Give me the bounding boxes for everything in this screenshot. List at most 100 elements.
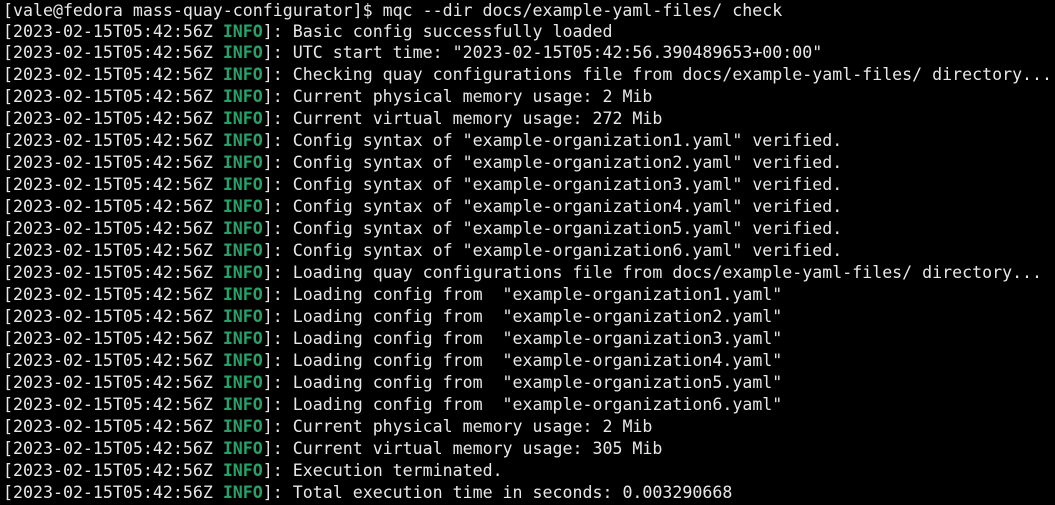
log-level-badge: INFO bbox=[222, 175, 263, 194]
bracket-close: ]: bbox=[262, 351, 293, 370]
log-timestamp: 2023-02-15T05:42:56Z bbox=[13, 351, 213, 370]
log-line: [2023-02-15T05:42:56Z INFO]: Loading qua… bbox=[3, 262, 1055, 284]
separator bbox=[213, 241, 223, 260]
log-line: [2023-02-15T05:42:56Z INFO]: Config synt… bbox=[3, 218, 1055, 240]
shell-prompt-line: [vale@fedora mass-quay-configurator]$ mq… bbox=[3, 1, 783, 20]
separator bbox=[213, 395, 223, 414]
log-timestamp: 2023-02-15T05:42:56Z bbox=[13, 285, 213, 304]
log-level-badge: INFO bbox=[222, 351, 263, 370]
separator bbox=[213, 197, 223, 216]
bracket-close: ]: bbox=[262, 87, 293, 106]
separator bbox=[213, 65, 223, 84]
log-timestamp: 2023-02-15T05:42:56Z bbox=[13, 439, 213, 458]
log-timestamp: 2023-02-15T05:42:56Z bbox=[13, 65, 213, 84]
log-message: Config syntax of "example-organization4.… bbox=[292, 197, 843, 216]
log-message: Checking quay configurations file from d… bbox=[292, 65, 1053, 84]
log-message: Execution terminated. bbox=[292, 461, 503, 480]
bracket-close: ]: bbox=[262, 109, 293, 128]
log-message: Basic config successfully loaded bbox=[292, 22, 613, 41]
log-level-badge: INFO bbox=[222, 395, 263, 414]
log-level-badge: INFO bbox=[222, 131, 263, 150]
separator bbox=[213, 219, 223, 238]
bracket-open: [ bbox=[3, 461, 13, 480]
log-line: [2023-02-15T05:42:56Z INFO]: Loading con… bbox=[3, 372, 1055, 394]
separator bbox=[213, 263, 223, 282]
bracket-close: ]: bbox=[262, 241, 293, 260]
bracket-open: [ bbox=[3, 65, 13, 84]
log-line: [2023-02-15T05:42:56Z INFO]: Execution t… bbox=[3, 460, 1055, 482]
log-level-badge: INFO bbox=[222, 307, 263, 326]
separator bbox=[213, 22, 223, 41]
log-message: Loading config from "example-organizatio… bbox=[292, 307, 783, 326]
bracket-close: ]: bbox=[262, 65, 293, 84]
log-timestamp: 2023-02-15T05:42:56Z bbox=[13, 22, 213, 41]
bracket-open: [ bbox=[3, 241, 13, 260]
log-message: Loading config from "example-organizatio… bbox=[292, 373, 783, 392]
separator bbox=[213, 87, 223, 106]
log-timestamp: 2023-02-15T05:42:56Z bbox=[13, 395, 213, 414]
bracket-open: [ bbox=[3, 175, 13, 194]
log-line: [2023-02-15T05:42:56Z INFO]: Loading con… bbox=[3, 350, 1055, 372]
log-message: UTC start time: "2023-02-15T05:42:56.390… bbox=[292, 43, 823, 62]
log-level-badge: INFO bbox=[222, 417, 263, 436]
log-timestamp: 2023-02-15T05:42:56Z bbox=[13, 417, 213, 436]
bracket-close: ]: bbox=[262, 131, 293, 150]
bracket-close: ]: bbox=[262, 329, 293, 348]
log-timestamp: 2023-02-15T05:42:56Z bbox=[13, 175, 213, 194]
log-line: [2023-02-15T05:42:56Z INFO]: Config synt… bbox=[3, 240, 1055, 262]
log-line: [2023-02-15T05:42:56Z INFO]: Loading con… bbox=[3, 306, 1055, 328]
log-level-badge: INFO bbox=[222, 285, 263, 304]
log-line: [2023-02-15T05:42:56Z INFO]: Current vir… bbox=[3, 108, 1055, 130]
log-timestamp: 2023-02-15T05:42:56Z bbox=[13, 461, 213, 480]
log-timestamp: 2023-02-15T05:42:56Z bbox=[13, 219, 213, 238]
log-message: Loading config from "example-organizatio… bbox=[292, 395, 783, 414]
log-message: Config syntax of "example-organization2.… bbox=[292, 153, 843, 172]
bracket-open: [ bbox=[3, 351, 13, 370]
log-line: [2023-02-15T05:42:56Z INFO]: Config synt… bbox=[3, 152, 1055, 174]
bracket-close: ]: bbox=[262, 153, 293, 172]
bracket-close: ]: bbox=[262, 43, 293, 62]
log-line: [2023-02-15T05:42:56Z INFO]: Loading con… bbox=[3, 328, 1055, 350]
bracket-close: ]: bbox=[262, 373, 293, 392]
log-message: Loading config from "example-organizatio… bbox=[292, 351, 783, 370]
log-level-badge: INFO bbox=[222, 439, 263, 458]
log-timestamp: 2023-02-15T05:42:56Z bbox=[13, 87, 213, 106]
log-timestamp: 2023-02-15T05:42:56Z bbox=[13, 373, 213, 392]
separator bbox=[213, 43, 223, 62]
log-timestamp: 2023-02-15T05:42:56Z bbox=[13, 131, 213, 150]
log-line: [2023-02-15T05:42:56Z INFO]: Checking qu… bbox=[3, 64, 1055, 86]
bracket-open: [ bbox=[3, 43, 13, 62]
separator bbox=[213, 439, 223, 458]
bracket-open: [ bbox=[3, 109, 13, 128]
bracket-open: [ bbox=[3, 373, 13, 392]
log-line: [2023-02-15T05:42:56Z INFO]: Loading con… bbox=[3, 394, 1055, 416]
log-level-badge: INFO bbox=[222, 219, 263, 238]
bracket-open: [ bbox=[3, 131, 13, 150]
log-level-badge: INFO bbox=[222, 373, 263, 392]
separator bbox=[213, 109, 223, 128]
bracket-open: [ bbox=[3, 329, 13, 348]
log-message: Current virtual memory usage: 305 Mib bbox=[292, 439, 663, 458]
log-timestamp: 2023-02-15T05:42:56Z bbox=[13, 307, 213, 326]
bracket-open: [ bbox=[3, 483, 13, 502]
separator bbox=[213, 329, 223, 348]
bracket-open: [ bbox=[3, 22, 13, 41]
separator bbox=[213, 175, 223, 194]
bracket-close: ]: bbox=[262, 439, 293, 458]
separator bbox=[213, 373, 223, 392]
terminal-output[interactable]: [vale@fedora mass-quay-configurator]$ mq… bbox=[0, 0, 1055, 505]
bracket-close: ]: bbox=[262, 461, 293, 480]
log-message: Config syntax of "example-organization3.… bbox=[292, 175, 843, 194]
log-message: Current physical memory usage: 2 Mib bbox=[292, 87, 653, 106]
log-timestamp: 2023-02-15T05:42:56Z bbox=[13, 263, 213, 282]
bracket-close: ]: bbox=[262, 483, 293, 502]
bracket-open: [ bbox=[3, 153, 13, 172]
log-level-badge: INFO bbox=[222, 197, 263, 216]
log-message: Loading config from "example-organizatio… bbox=[292, 285, 783, 304]
separator bbox=[213, 307, 223, 326]
log-line: [2023-02-15T05:42:56Z INFO]: Config synt… bbox=[3, 130, 1055, 152]
separator bbox=[213, 417, 223, 436]
bracket-close: ]: bbox=[262, 395, 293, 414]
log-timestamp: 2023-02-15T05:42:56Z bbox=[13, 483, 213, 502]
bracket-close: ]: bbox=[262, 219, 293, 238]
